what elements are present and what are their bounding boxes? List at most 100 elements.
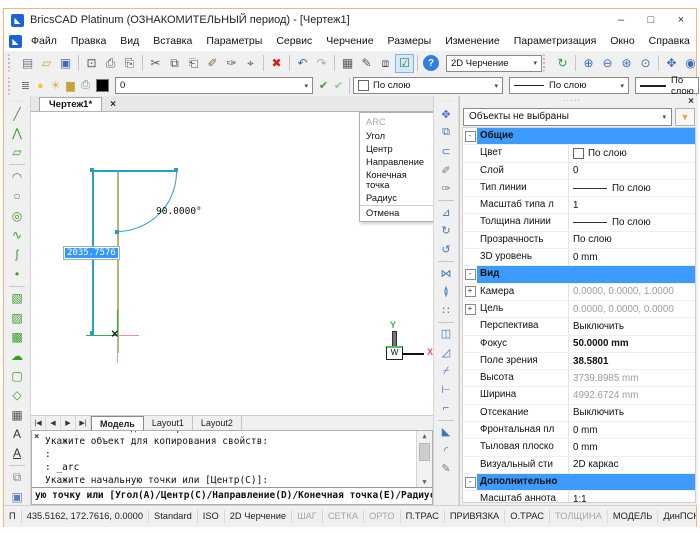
modify-tool-icon[interactable] — [438, 322, 454, 323]
scroll-down-icon[interactable]: ▼ — [417, 478, 432, 486]
property-value[interactable]: 38.5801 — [569, 353, 695, 369]
status-field[interactable]: П — [4, 510, 22, 523]
expand-box-icon[interactable]: - — [463, 128, 477, 144]
scroll-up-icon[interactable]: ▲ — [417, 432, 432, 440]
gradient-icon[interactable]: ▩ — [7, 327, 27, 346]
3d-box-icon[interactable]: ▣ — [7, 487, 27, 505]
toolbar-icon[interactable] — [543, 54, 549, 72]
publish-icon[interactable]: ⎘ — [120, 54, 139, 73]
layer-freeze-sun-icon[interactable]: ☀ — [48, 76, 63, 95]
drawing-explorer-icon[interactable]: ☑ — [395, 54, 414, 73]
polyline-icon[interactable]: ⋀ — [7, 123, 27, 142]
status-field[interactable]: 435.5162, 172.7616, 0.0000 — [22, 510, 149, 523]
context-menu-item[interactable]: Направление — [360, 156, 433, 169]
property-value[interactable]: 0 mm — [569, 422, 695, 438]
panel-close-icon[interactable]: × — [684, 96, 698, 107]
rotate-3d-icon[interactable]: ↺ — [436, 240, 456, 259]
expand-box-icon[interactable] — [463, 387, 477, 403]
context-menu-item[interactable]: Центр — [360, 143, 433, 156]
property-value[interactable]: 50.0000 mm — [569, 336, 695, 352]
wipeout-icon[interactable]: ▢ — [7, 366, 27, 385]
mtext-icon[interactable]: A — [7, 444, 27, 463]
expand-box-icon[interactable] — [463, 491, 477, 503]
toolbar-icon[interactable] — [263, 55, 264, 71]
modify-tool-icon[interactable] — [438, 200, 454, 201]
toolbar-icon[interactable] — [8, 54, 14, 72]
expand-box-icon[interactable]: - — [463, 266, 477, 282]
break-icon[interactable]: ⌐ — [436, 399, 456, 418]
chamfer-icon[interactable]: ◣ — [436, 423, 456, 442]
select-icon[interactable]: ⌖ — [241, 54, 260, 73]
regen-icon[interactable]: ↻ — [553, 54, 572, 73]
property-row[interactable]: Фокус 50.0000 mm — [463, 336, 695, 353]
expand-box-icon[interactable] — [463, 180, 477, 196]
layer-color-swatch[interactable] — [96, 79, 109, 92]
polygon-icon[interactable]: ▱ — [7, 143, 27, 162]
toolbar-icon[interactable] — [78, 55, 79, 71]
context-menu-item[interactable]: Угол — [360, 130, 433, 143]
property-value[interactable]: 0.0000, 0.0000, 1.0000 — [569, 284, 695, 300]
expand-box-icon[interactable] — [463, 163, 477, 179]
menu-item[interactable]: Изменение — [438, 35, 507, 47]
menu-item[interactable]: Вставка — [146, 35, 199, 47]
edit-icon[interactable]: ✎ — [357, 54, 376, 73]
expand-box-icon[interactable] — [463, 249, 477, 265]
property-value[interactable]: 1 — [569, 197, 695, 213]
stretch-icon[interactable]: ◿ — [436, 343, 456, 362]
align-icon[interactable]: ◫ — [436, 325, 456, 344]
property-row[interactable]: - Дополнительно — [463, 474, 695, 491]
layer-states-icon[interactable]: ⧈ — [376, 54, 395, 73]
expand-box-icon[interactable] — [463, 370, 477, 386]
set-layer-current-icon[interactable]: ✔ — [316, 76, 331, 95]
status-field[interactable]: Standard — [149, 510, 198, 523]
property-value[interactable] — [586, 474, 696, 490]
expand-box-icon[interactable] — [463, 457, 477, 473]
expand-box-icon[interactable] — [463, 336, 477, 352]
property-row[interactable]: Перспектива Выключить — [463, 318, 695, 335]
layout-tab[interactable]: Layout2 — [193, 416, 242, 430]
expand-box-icon[interactable]: + — [463, 301, 477, 317]
menu-item[interactable]: Параметризация — [507, 35, 604, 47]
menu-item[interactable]: Параметры — [199, 35, 269, 47]
zoom-in-icon[interactable]: ⊕ — [579, 54, 598, 73]
help-icon[interactable]: ? — [423, 55, 439, 71]
circle-icon[interactable]: ○ — [7, 187, 27, 206]
move-icon[interactable]: ✥ — [436, 105, 456, 124]
property-value[interactable]: Выключить — [569, 318, 695, 334]
expand-box-icon[interactable] — [463, 214, 477, 230]
menu-item[interactable]: Вид — [113, 35, 146, 47]
expand-box-icon[interactable] — [463, 232, 477, 248]
status-field[interactable]: П.ТРАС — [401, 510, 445, 523]
toolbar-icon[interactable] — [658, 55, 659, 71]
document-close-icon[interactable]: × — [110, 99, 116, 111]
property-row[interactable]: Высота 3739.8985 mm — [463, 370, 695, 387]
drawing-canvas[interactable]: 90.0000° 2035.7576 × Y W X ARC УголЦентр… — [31, 112, 433, 415]
print-preview-icon[interactable]: ⊡ — [82, 54, 101, 73]
mirror-icon[interactable]: ⋈ — [436, 264, 456, 283]
copy-entities-icon[interactable]: ⧉ — [436, 124, 456, 143]
property-row[interactable]: Цвет По слою — [463, 145, 695, 162]
layer-previous-icon[interactable]: ✔ — [331, 76, 346, 95]
layout-tab[interactable]: Layout1 — [144, 416, 193, 430]
layout-nav-button[interactable]: |◀ — [31, 416, 46, 430]
menu-item[interactable]: Окно — [603, 35, 641, 47]
property-row[interactable]: Прозрачность По слою — [463, 232, 695, 249]
point-icon[interactable]: • — [7, 264, 27, 283]
command-window[interactable]: × Укажите объект для копирования свойств… — [31, 430, 433, 505]
status-field[interactable]: МОДЕЛЬ — [608, 510, 658, 523]
property-value[interactable]: 0 — [569, 163, 695, 179]
property-row[interactable]: Масштаб аннота 1:1 — [463, 491, 695, 503]
property-row[interactable]: Толщина линии По слою — [463, 214, 695, 231]
trim-icon[interactable]: ⌿ — [436, 362, 456, 381]
array-icon[interactable]: ∷ — [436, 301, 456, 320]
expand-box-icon[interactable]: + — [463, 284, 477, 300]
zoom-window-icon[interactable]: ⊛ — [617, 54, 636, 73]
property-value[interactable]: 0.0000, 0.0000, 0.0000 — [569, 301, 695, 317]
scale-icon[interactable]: ⊿ — [436, 203, 456, 222]
fillet-icon[interactable]: ◜ — [436, 441, 456, 460]
command-scrollbar[interactable]: ▲ ▼ — [416, 431, 432, 487]
context-menu-item[interactable]: Радиус — [360, 192, 433, 205]
property-row[interactable]: Фронтальная пл 0 mm — [463, 422, 695, 439]
erase-icon[interactable]: ✖ — [267, 54, 286, 73]
region-icon[interactable]: ◇ — [7, 385, 27, 404]
